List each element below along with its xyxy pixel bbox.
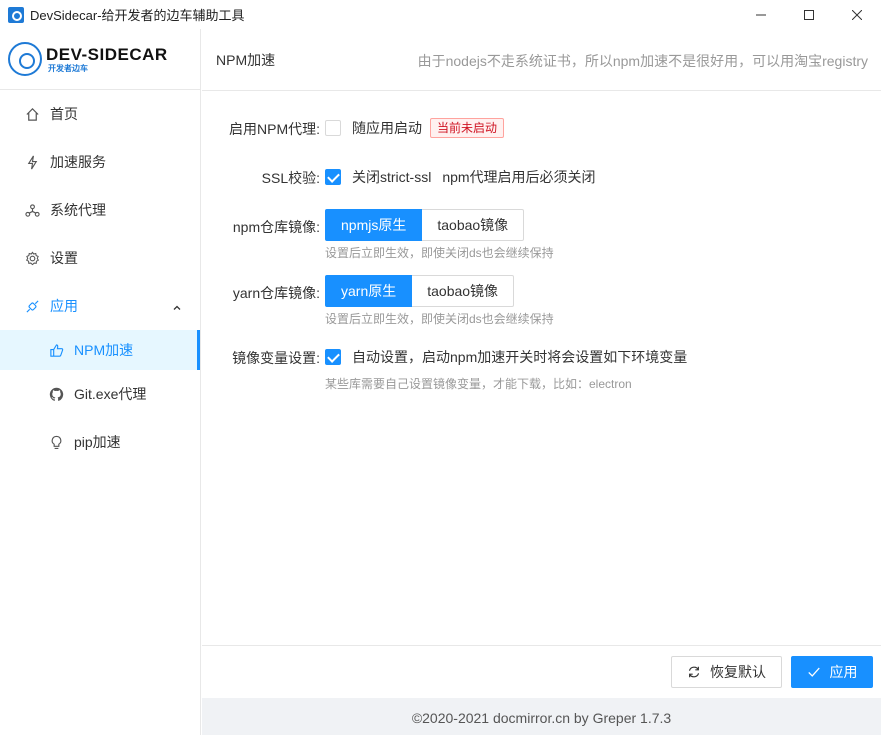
main-content: NPM加速 由于nodejs不走系统证书，所以npm加速不是很好用，可以用淘宝r… bbox=[202, 29, 881, 735]
apply-button[interactable]: 应用 bbox=[791, 656, 873, 688]
reset-button[interactable]: 恢复默认 bbox=[671, 656, 782, 688]
ssl-checkbox-label[interactable]: 关闭strict-ssl bbox=[352, 167, 431, 187]
sidebar-item-label: 应用 bbox=[50, 298, 78, 314]
enable-checkbox[interactable] bbox=[325, 120, 341, 136]
npm-registry-radio-group: npmjs原生 taobao镜像 bbox=[325, 209, 525, 241]
apply-button-label: 应用 bbox=[829, 664, 858, 680]
sidebar-item-apps[interactable]: 应用 bbox=[0, 282, 200, 330]
page-title: NPM加速 bbox=[216, 51, 276, 68]
title-bar: DevSidecar-给开发者的边车辅助工具 bbox=[0, 0, 881, 29]
sidebar-item-settings[interactable]: 设置 bbox=[0, 234, 200, 282]
yarn-registry-label: yarn仓库镜像: bbox=[232, 285, 320, 301]
env-label: 镜像变量设置: bbox=[232, 350, 320, 366]
chevron-up-icon bbox=[172, 300, 182, 316]
page-header: NPM加速 由于nodejs不走系统证书，所以npm加速不是很好用，可以用淘宝r… bbox=[202, 29, 881, 91]
yarn-registry-radio-group: yarn原生 taobao镜像 bbox=[325, 275, 515, 307]
reset-button-label: 恢复默认 bbox=[710, 664, 766, 680]
app-icon bbox=[8, 6, 24, 23]
logo-main-text: DEV-SIDECAR bbox=[46, 44, 168, 64]
sidebar-item-npm[interactable]: NPM加速 bbox=[0, 330, 200, 370]
ssl-checkbox[interactable] bbox=[325, 169, 341, 185]
npm-registry-option-npmjs[interactable]: npmjs原生 bbox=[325, 209, 423, 241]
sidebar-item-label: Git.exe代理 bbox=[74, 386, 147, 402]
enable-checkbox-label[interactable]: 随应用启动 bbox=[352, 118, 422, 138]
npm-registry-label: npm仓库镜像: bbox=[232, 219, 320, 235]
ssl-extra-text: npm代理启用后必须关闭 bbox=[442, 169, 596, 185]
github-icon bbox=[48, 386, 64, 402]
check-icon bbox=[807, 665, 821, 679]
enable-label: 启用NPM代理: bbox=[229, 121, 320, 137]
bulb-icon bbox=[48, 434, 64, 450]
close-icon[interactable] bbox=[833, 0, 881, 29]
thunderbolt-icon bbox=[24, 154, 40, 170]
footer-copyright: ©2020-2021 docmirror.cn by Greper 1.7.3 bbox=[202, 698, 881, 735]
form-row-env: 镜像变量设置: 自动设置，启动npm加速开关时将会设置如下环境变量 某些库需要自… bbox=[202, 347, 881, 391]
logo-icon bbox=[8, 42, 42, 76]
npm-registry-help: 设置后立即生效，即使关闭ds也会继续保持 bbox=[325, 246, 554, 260]
sidebar-item-label: 首页 bbox=[50, 106, 78, 122]
setting-icon bbox=[24, 250, 40, 266]
yarn-registry-option-taobao[interactable]: taobao镜像 bbox=[412, 275, 515, 307]
status-badge: 当前未启动 bbox=[430, 118, 505, 138]
sidebar-item-label: 系统代理 bbox=[50, 202, 106, 218]
sidebar-submenu: NPM加速 Git.exe代理 pip加速 bbox=[0, 330, 200, 466]
minimize-icon[interactable] bbox=[737, 0, 785, 29]
npm-registry-option-taobao[interactable]: taobao镜像 bbox=[422, 209, 525, 241]
action-bar: 恢复默认 应用 bbox=[202, 645, 881, 698]
ssl-label: SSL校验: bbox=[261, 170, 320, 186]
home-icon bbox=[24, 106, 40, 122]
yarn-registry-help: 设置后立即生效，即使关闭ds也会继续保持 bbox=[325, 312, 554, 326]
form-row-ssl: SSL校验: 关闭strict-ssl npm代理启用后必须关闭 bbox=[202, 167, 881, 189]
maximize-icon[interactable] bbox=[785, 0, 833, 29]
form-row-yarn-registry: yarn仓库镜像: yarn原生 taobao镜像 设置后立即生效，即使关闭ds… bbox=[202, 275, 881, 331]
env-checkbox-label[interactable]: 自动设置，启动npm加速开关时将会设置如下环境变量 bbox=[352, 347, 687, 367]
api-icon bbox=[24, 298, 40, 314]
sidebar-item-label: pip加速 bbox=[74, 434, 121, 450]
page-tip: 由于nodejs不走系统证书，所以npm加速不是很好用，可以用淘宝registr… bbox=[417, 53, 868, 69]
logo: DEV-SIDECAR 开发者边车 bbox=[0, 29, 200, 90]
form-row-npm-registry: npm仓库镜像: npmjs原生 taobao镜像 设置后立即生效，即使关闭ds… bbox=[202, 209, 881, 265]
window-title: DevSidecar-给开发者的边车辅助工具 bbox=[30, 8, 245, 23]
form-row-enable: 启用NPM代理: 随应用启动 当前未启动 bbox=[202, 117, 881, 139]
yarn-registry-option-yarn[interactable]: yarn原生 bbox=[325, 275, 413, 307]
env-help: 某些库需要自己设置镜像变量，才能下载，比如：electron bbox=[325, 377, 632, 391]
window-controls bbox=[737, 0, 881, 29]
sidebar-menu: 首页 加速服务 系统代理 设置 应用 NPM加速 Git.exe代理 pip加速 bbox=[0, 90, 200, 466]
logo-sub-text: 开发者边车 bbox=[48, 63, 88, 73]
sync-icon bbox=[687, 665, 701, 679]
sidebar-item-label: 设置 bbox=[50, 250, 78, 266]
sidebar-item-proxy[interactable]: 系统代理 bbox=[0, 186, 200, 234]
like-icon bbox=[48, 342, 64, 358]
sidebar-item-accelerate[interactable]: 加速服务 bbox=[0, 138, 200, 186]
sidebar-item-label: 加速服务 bbox=[50, 154, 106, 170]
sidebar-item-home[interactable]: 首页 bbox=[0, 90, 200, 138]
cluster-icon bbox=[24, 202, 40, 218]
sidebar: DEV-SIDECAR 开发者边车 首页 加速服务 系统代理 设置 应用 NPM… bbox=[0, 29, 201, 735]
sidebar-item-label: NPM加速 bbox=[74, 342, 134, 358]
sidebar-item-git[interactable]: Git.exe代理 bbox=[0, 370, 200, 418]
sidebar-item-pip[interactable]: pip加速 bbox=[0, 418, 200, 466]
env-checkbox[interactable] bbox=[325, 349, 341, 365]
